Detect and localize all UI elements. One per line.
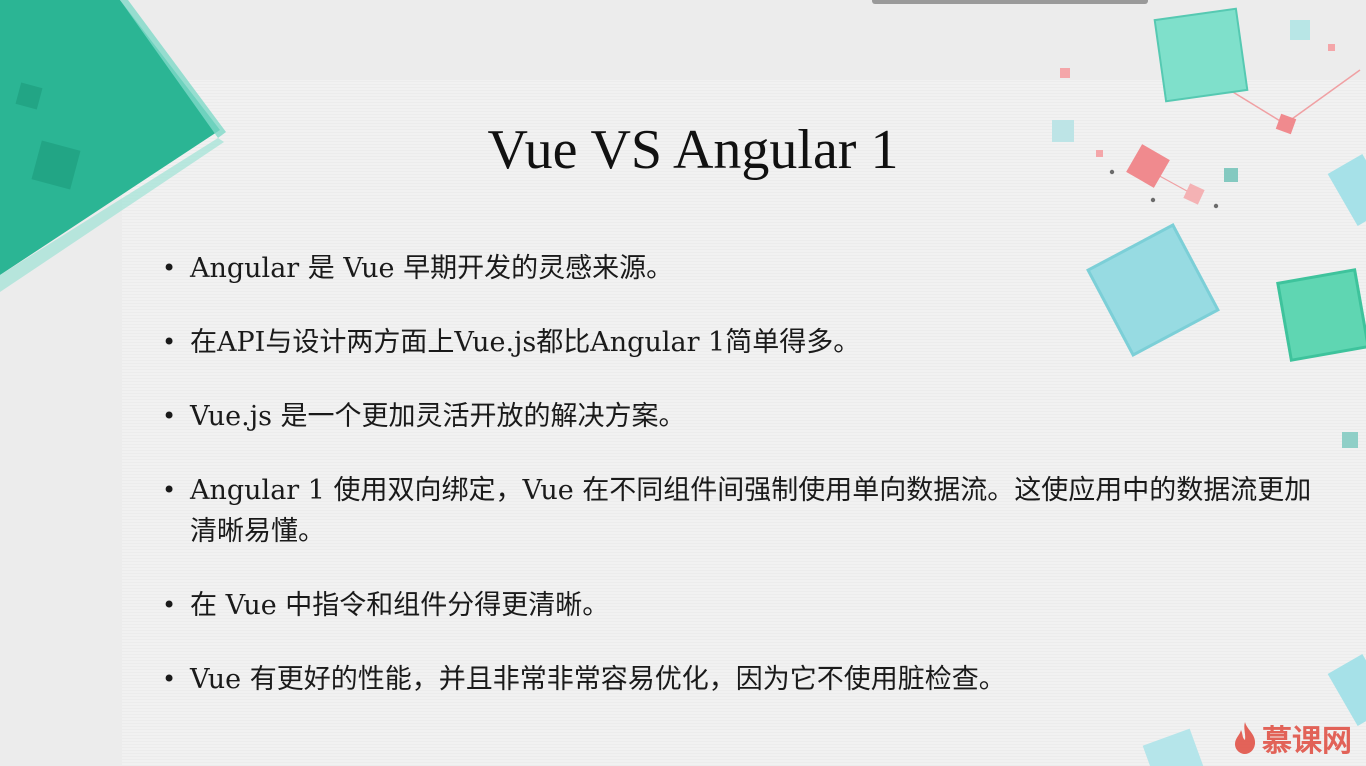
bullet-item: 在API与设计两方面上Vue.js都比Angular 1简单得多。 [160, 322, 1320, 363]
pink-dot-shape [1060, 68, 1070, 78]
bullet-item: Angular 是 Vue 早期开发的灵感来源。 [160, 248, 1320, 289]
flame-icon [1235, 722, 1256, 754]
bullet-item: Angular 1 使用双向绑定，Vue 在不同组件间强制使用单向数据流。这使应… [160, 470, 1320, 552]
pink-dot-shape [1328, 44, 1335, 51]
bullet-item: Vue.js 是一个更加灵活开放的解决方案。 [160, 396, 1320, 437]
bullet-item: Vue 有更好的性能，并且非常非常容易优化，因为它不使用脏检查。 [160, 659, 1320, 700]
slide-title: Vue VS Angular 1 [487, 119, 899, 181]
watermark-text: 慕课网 [1262, 724, 1352, 759]
top-edge-bar [872, 0, 1148, 4]
watermark-logo: 慕课网 [1232, 716, 1352, 760]
small-aqua-square-shape [1290, 20, 1310, 40]
bullet-list: Angular 是 Vue 早期开发的灵感来源。 在API与设计两方面上Vue.… [160, 248, 1320, 733]
bullet-item: 在 Vue 中指令和组件分得更清晰。 [160, 585, 1320, 626]
